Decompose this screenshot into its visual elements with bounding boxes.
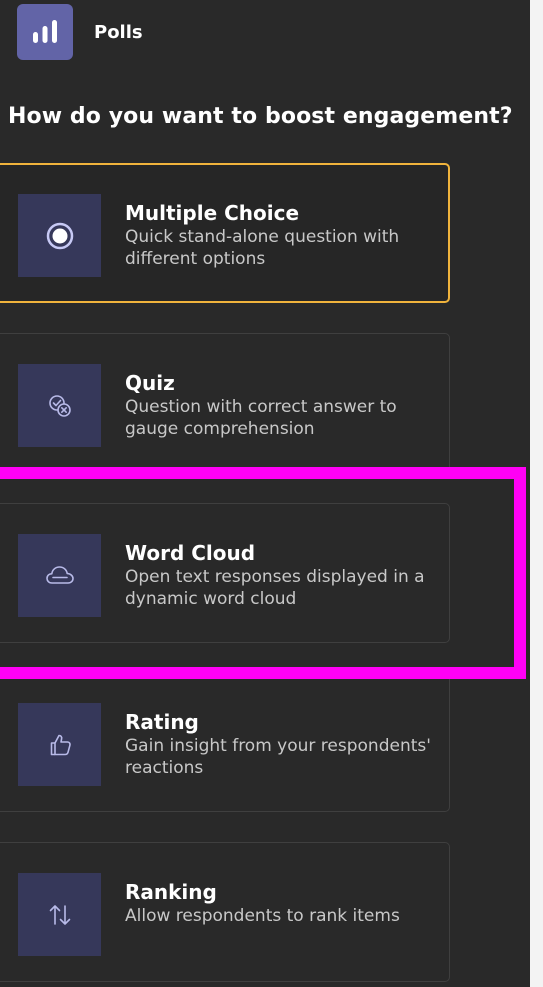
thumbs-up-icon xyxy=(18,703,101,786)
option-ranking[interactable]: Ranking Allow respondents to rank items xyxy=(0,842,450,982)
option-quiz[interactable]: Quiz Question with correct answer to gau… xyxy=(0,333,450,473)
background-strip xyxy=(530,0,543,987)
option-description: Allow respondents to rank items xyxy=(125,906,400,926)
app-title: Polls xyxy=(94,21,143,43)
polls-panel: Polls How do you want to boost engagemen… xyxy=(0,0,530,987)
option-multiple-choice[interactable]: Multiple Choice Quick stand-alone questi… xyxy=(0,163,450,303)
cloud-icon xyxy=(18,534,101,617)
option-description: Gain insight from your respondents' reac… xyxy=(125,736,431,778)
option-description: Quick stand-alone question with differen… xyxy=(125,227,400,269)
option-title: Multiple Choice xyxy=(125,201,300,225)
option-description: Question with correct answer to gauge co… xyxy=(125,397,397,439)
option-word-cloud[interactable]: Word Cloud Open text responses displayed… xyxy=(0,503,450,643)
page-title: How do you want to boost engagement? xyxy=(8,104,513,129)
bar-chart-icon xyxy=(17,4,73,60)
app-header: Polls xyxy=(17,4,143,60)
option-title: Ranking xyxy=(125,880,217,904)
option-title: Word Cloud xyxy=(125,541,256,565)
option-title: Rating xyxy=(125,710,199,734)
check-x-icon xyxy=(18,364,101,447)
option-description: Open text responses displayed in a dynam… xyxy=(125,567,425,609)
option-rating[interactable]: Rating Gain insight from your respondent… xyxy=(0,672,450,812)
polls-page: Polls How do you want to boost engagemen… xyxy=(0,0,543,987)
option-title: Quiz xyxy=(125,371,175,395)
sort-arrows-icon xyxy=(18,873,101,956)
radio-button-icon xyxy=(18,194,101,277)
